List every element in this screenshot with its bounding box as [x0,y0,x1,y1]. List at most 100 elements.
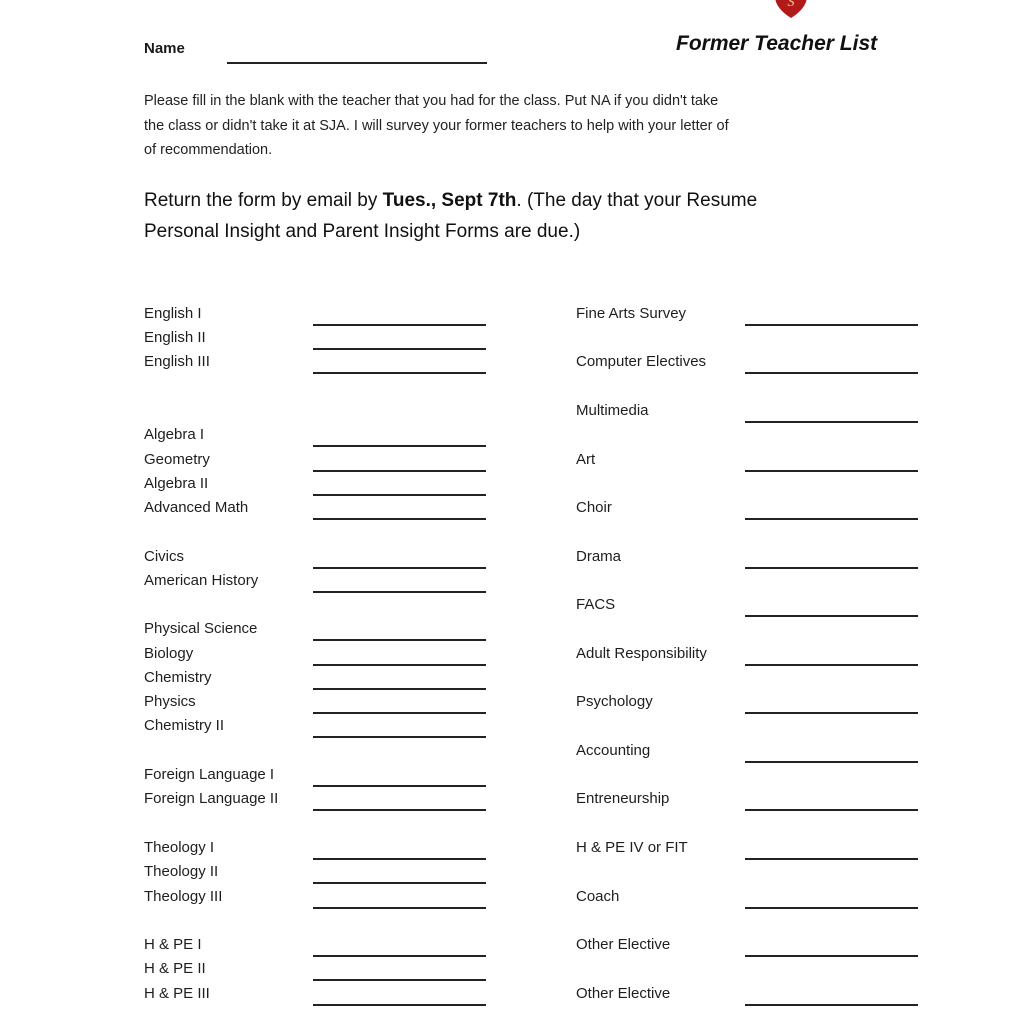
school-crest-icon: S [775,0,807,18]
course-row: Other Elective [576,984,921,1008]
teacher-blank-field[interactable] [745,518,918,520]
teacher-blank-field[interactable] [313,858,486,860]
teacher-blank-field[interactable] [313,664,486,666]
course-row: Advanced Math [144,498,489,522]
course-label: H & PE IV or FIT [576,839,688,856]
course-row: English II [144,328,489,352]
course-label: FACS [576,596,616,613]
course-label: English II [144,329,206,346]
course-label: Other Elective [576,936,671,953]
teacher-blank-field[interactable] [745,1004,918,1006]
teacher-blank-field[interactable] [745,664,918,666]
teacher-blank-field[interactable] [745,567,918,569]
course-label: Theology I [144,839,215,856]
svg-text:S: S [788,0,795,10]
instructions: Please fill in the blank with the teache… [144,89,864,163]
teacher-blank-field[interactable] [745,372,918,374]
course-label: Entreneurship [576,790,670,807]
teacher-blank-field[interactable] [313,979,486,981]
teacher-blank-field[interactable] [313,567,486,569]
deadline-suffix: . (The day that your Resume [516,190,758,211]
teacher-blank-field[interactable] [313,348,486,350]
course-row: Biology [144,644,489,668]
teacher-blank-field[interactable] [313,518,486,520]
course-label: English I [144,305,202,322]
course-row: Physics [144,692,489,716]
course-label: Foreign Language I [144,766,275,783]
course-label: Algebra II [144,475,209,492]
course-row: Psychology [576,692,921,716]
course-label: Fine Arts Survey [576,305,687,322]
instructions-line: Please fill in the blank with the teache… [144,93,719,109]
course-row: Accounting [576,741,921,765]
course-row: Foreign Language I [144,765,489,789]
course-row: Algebra I [144,425,489,449]
course-row: English III [144,352,489,376]
course-row: Theology II [144,862,489,886]
course-label: Accounting [576,742,651,759]
teacher-blank-field[interactable] [313,785,486,787]
course-label: Advanced Math [144,499,249,516]
teacher-blank-field[interactable] [313,907,486,909]
course-label: Physical Science [144,620,258,637]
teacher-blank-field[interactable] [313,324,486,326]
course-row: English I [144,304,489,328]
teacher-blank-field[interactable] [313,1004,486,1006]
deadline-notice: Return the form by email by Tues., Sept … [144,185,864,247]
course-row: American History [144,571,489,595]
course-row: H & PE II [144,959,489,983]
course-row: Civics [144,547,489,571]
course-label: H & PE II [144,960,206,977]
course-label: Art [576,451,596,468]
course-row: Art [576,450,921,474]
teacher-blank-field[interactable] [313,882,486,884]
name-field[interactable] [227,62,487,64]
teacher-blank-field[interactable] [745,421,918,423]
course-label: Foreign Language II [144,790,279,807]
instructions-line: the class or didn't take it at SJA. I wi… [144,117,729,134]
instructions-line: of recommendation. [144,142,273,158]
course-label: Coach [576,888,620,905]
teacher-blank-field[interactable] [313,445,486,447]
course-row: Coach [576,887,921,911]
course-row: Geometry [144,450,489,474]
course-row: Fine Arts Survey [576,304,921,328]
teacher-blank-field[interactable] [313,712,486,714]
course-row: FACS [576,595,921,619]
course-row: Choir [576,498,921,522]
deadline-prefix: Return the form by email by [144,190,383,211]
course-label: Computer Electives [576,353,707,370]
teacher-blank-field[interactable] [313,955,486,957]
teacher-blank-field[interactable] [313,809,486,811]
teacher-blank-field[interactable] [745,615,918,617]
deadline-line2: Personal Insight and Parent Insight Form… [144,221,581,242]
teacher-blank-field[interactable] [745,470,918,472]
teacher-blank-field[interactable] [313,494,486,496]
course-row: Entreneurship [576,789,921,813]
teacher-blank-field[interactable] [745,858,918,860]
teacher-blank-field[interactable] [745,761,918,763]
teacher-blank-field[interactable] [745,809,918,811]
teacher-blank-field[interactable] [313,470,486,472]
teacher-blank-field[interactable] [313,639,486,641]
course-label: Adult Responsibility [576,645,707,662]
course-row: Foreign Language II [144,789,489,813]
teacher-blank-field[interactable] [313,688,486,690]
teacher-blank-field[interactable] [313,591,486,593]
teacher-blank-field[interactable] [745,324,918,326]
teacher-blank-field[interactable] [745,955,918,957]
teacher-blank-field[interactable] [313,372,486,374]
course-row: Theology I [144,838,489,862]
teacher-blank-field[interactable] [745,907,918,909]
course-label: H & PE I [144,936,202,953]
teacher-blank-field[interactable] [313,736,486,738]
course-label: Psychology [576,693,653,710]
course-row: H & PE I [144,935,489,959]
course-label: English III [144,353,210,370]
course-label: Chemistry [144,669,212,686]
course-row: Physical Science [144,619,489,643]
teacher-blank-field[interactable] [745,712,918,714]
course-label: American History [144,572,259,589]
course-label: Other Elective [576,985,671,1002]
course-label: Theology III [144,888,223,905]
